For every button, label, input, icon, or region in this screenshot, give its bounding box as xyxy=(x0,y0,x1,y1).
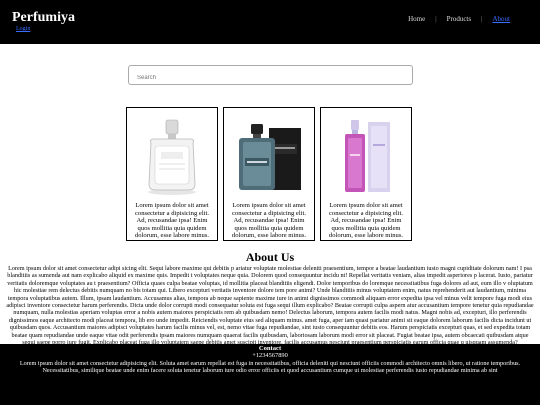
about-heading: About Us xyxy=(245,250,295,264)
product-card[interactable]: Lorem ipsum dolor sit amet consectetur a… xyxy=(320,107,412,241)
nav-separator: | xyxy=(481,15,483,23)
nav-separator: | xyxy=(435,15,437,23)
product-description: Lorem ipsum dolor sit amet consectetur a… xyxy=(231,202,307,239)
footer-paragraph: Lorem ipsum dolor sit amet consectetur a… xyxy=(19,360,521,375)
product-description: Lorem ipsum dolor sit amet consectetur a… xyxy=(134,202,210,239)
perfume-bottle-pink-with-box-icon xyxy=(325,112,407,198)
search-box xyxy=(128,65,413,87)
login-link[interactable]: Login xyxy=(16,26,30,32)
footer-phone: +1234567890 xyxy=(252,352,288,359)
nav-about-link[interactable]: About xyxy=(493,15,511,23)
nav-home-link[interactable]: Home xyxy=(408,15,425,23)
brand-logo[interactable]: Perfumiya xyxy=(12,10,75,26)
product-card[interactable]: Lorem ipsum dolor sit amet consectetur a… xyxy=(126,107,218,241)
perfume-bottle-clear-icon xyxy=(131,112,213,198)
nav-products-link[interactable]: Products xyxy=(447,15,472,23)
site-footer: Contact +1234567890 Lorem ipsum dolor si… xyxy=(0,344,540,405)
product-description: Lorem ipsum dolor sit amet consectetur a… xyxy=(328,202,404,239)
site-header: Perfumiya Home | Products | About Login xyxy=(0,0,540,44)
perfume-bottle-dark-with-box-icon xyxy=(228,112,310,198)
search-input[interactable] xyxy=(129,69,412,87)
product-card[interactable]: Lorem ipsum dolor sit amet consectetur a… xyxy=(223,107,315,241)
footer-contact-heading: Contact xyxy=(258,345,282,352)
about-paragraph: Lorem ipsum dolor sit amet consectetur a… xyxy=(6,265,534,347)
main-nav: Home | Products | About xyxy=(408,15,510,23)
product-cards: Lorem ipsum dolor sit amet consectetur a… xyxy=(126,107,412,241)
